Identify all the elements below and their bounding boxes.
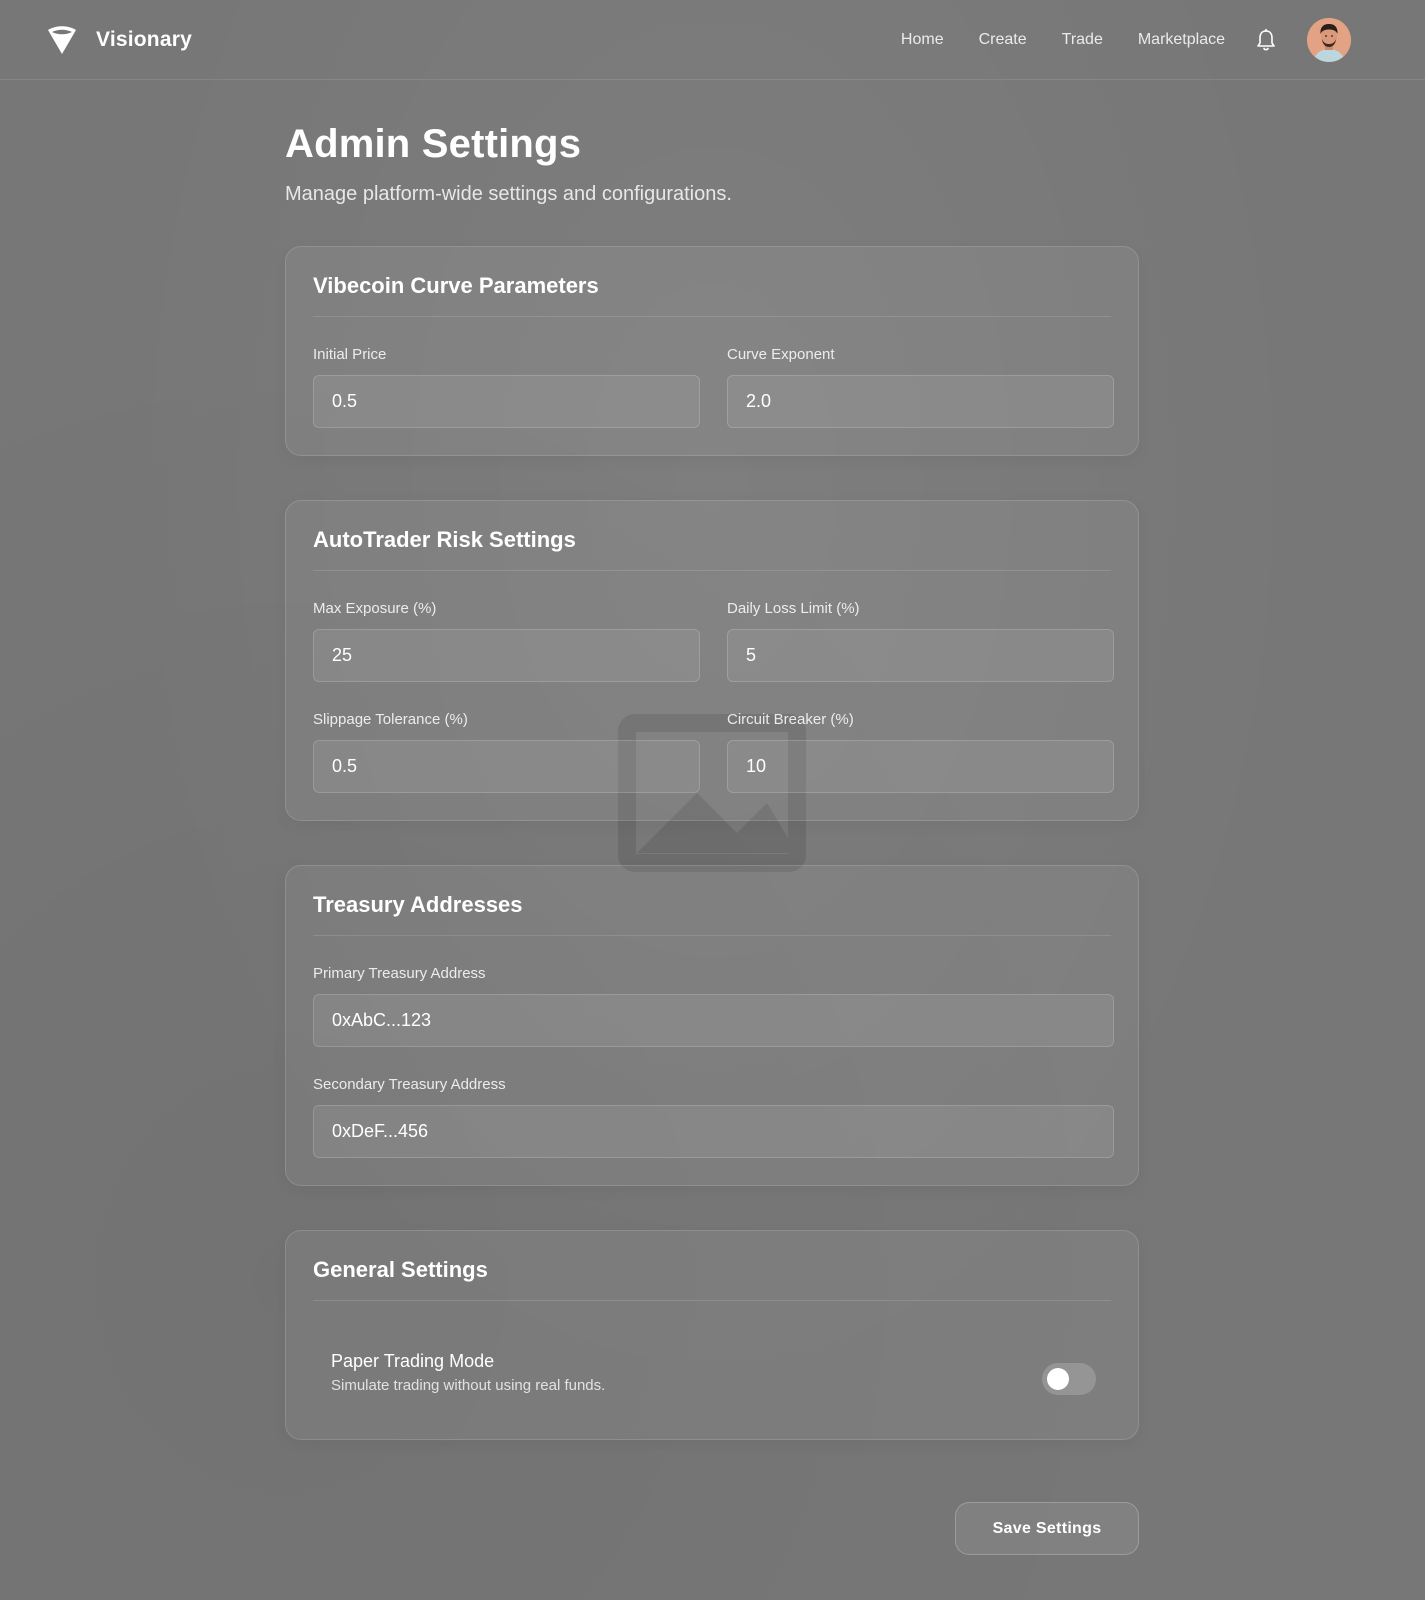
page-title: Admin Settings (285, 122, 582, 166)
nav-link-trade[interactable]: Trade (1062, 31, 1103, 49)
curve-exponent-input[interactable] (727, 375, 1114, 428)
primary-treasury-label: Primary Treasury Address (313, 965, 486, 982)
app-name: Visionary (96, 28, 192, 51)
curve-parameters-card: Vibecoin Curve Parameters Initial Price … (285, 246, 1139, 456)
bell-icon[interactable] (1255, 28, 1277, 52)
initial-price-field: Initial Price (313, 345, 700, 428)
nav-link-create[interactable]: Create (979, 31, 1027, 49)
general-settings-card: General Settings Paper Trading Mode Simu… (285, 1230, 1139, 1440)
max-exposure-label: Max Exposure (%) (313, 600, 437, 617)
circuit-breaker-field: Circuit Breaker (%) (727, 710, 1114, 793)
primary-treasury-field: Primary Treasury Address (313, 964, 1114, 1047)
initial-price-input[interactable] (313, 375, 700, 428)
nav-link-home[interactable]: Home (901, 31, 944, 49)
secondary-treasury-label: Secondary Treasury Address (313, 1076, 506, 1093)
daily-loss-limit-input[interactable] (727, 629, 1114, 682)
page-subtitle: Manage platform-wide settings and config… (285, 183, 732, 205)
nav-link-marketplace[interactable]: Marketplace (1138, 31, 1225, 49)
top-navigation-bar: Visionary Home Create Trade Marketplace (0, 0, 1425, 80)
general-settings-title: General Settings (313, 1257, 488, 1282)
slippage-tolerance-label: Slippage Tolerance (%) (313, 711, 468, 728)
treasury-addresses-card: Treasury Addresses Primary Treasury Addr… (285, 865, 1139, 1186)
divider (313, 935, 1111, 936)
circuit-breaker-label: Circuit Breaker (%) (727, 711, 854, 728)
initial-price-label: Initial Price (313, 346, 387, 363)
risk-settings-title: AutoTrader Risk Settings (313, 527, 576, 552)
avatar-portrait-icon (1307, 18, 1351, 62)
daily-loss-limit-label: Daily Loss Limit (%) (727, 600, 860, 617)
divider (313, 1300, 1111, 1301)
toggle-knob (1047, 1368, 1069, 1390)
risk-settings-card: AutoTrader Risk Settings Max Exposure (%… (285, 500, 1139, 821)
curve-parameters-title: Vibecoin Curve Parameters (313, 273, 599, 298)
circuit-breaker-input[interactable] (727, 740, 1114, 793)
paper-trading-description: Simulate trading without using real fund… (331, 1377, 606, 1394)
paper-trading-title: Paper Trading Mode (331, 1351, 495, 1371)
main-nav: Home Create Trade Marketplace (901, 16, 1351, 64)
max-exposure-input[interactable] (313, 629, 700, 682)
slippage-tolerance-input[interactable] (313, 740, 700, 793)
curve-exponent-field: Curve Exponent (727, 345, 1114, 428)
daily-loss-limit-field: Daily Loss Limit (%) (727, 599, 1114, 682)
paper-trading-toggle[interactable] (1042, 1363, 1096, 1395)
user-avatar[interactable] (1307, 18, 1351, 62)
slippage-tolerance-field: Slippage Tolerance (%) (313, 710, 700, 793)
divider (313, 316, 1111, 317)
curve-exponent-label: Curve Exponent (727, 346, 835, 363)
treasury-addresses-title: Treasury Addresses (313, 892, 523, 917)
primary-treasury-input[interactable] (313, 994, 1114, 1047)
divider (313, 570, 1111, 571)
secondary-treasury-input[interactable] (313, 1105, 1114, 1158)
max-exposure-field: Max Exposure (%) (313, 599, 700, 682)
funnel-logo-icon (48, 26, 76, 54)
brand[interactable]: Visionary (46, 22, 192, 58)
paper-trading-row: Paper Trading Mode Simulate trading with… (331, 1351, 1096, 1411)
save-settings-button[interactable]: Save Settings (955, 1502, 1139, 1555)
secondary-treasury-field: Secondary Treasury Address (313, 1075, 1114, 1158)
